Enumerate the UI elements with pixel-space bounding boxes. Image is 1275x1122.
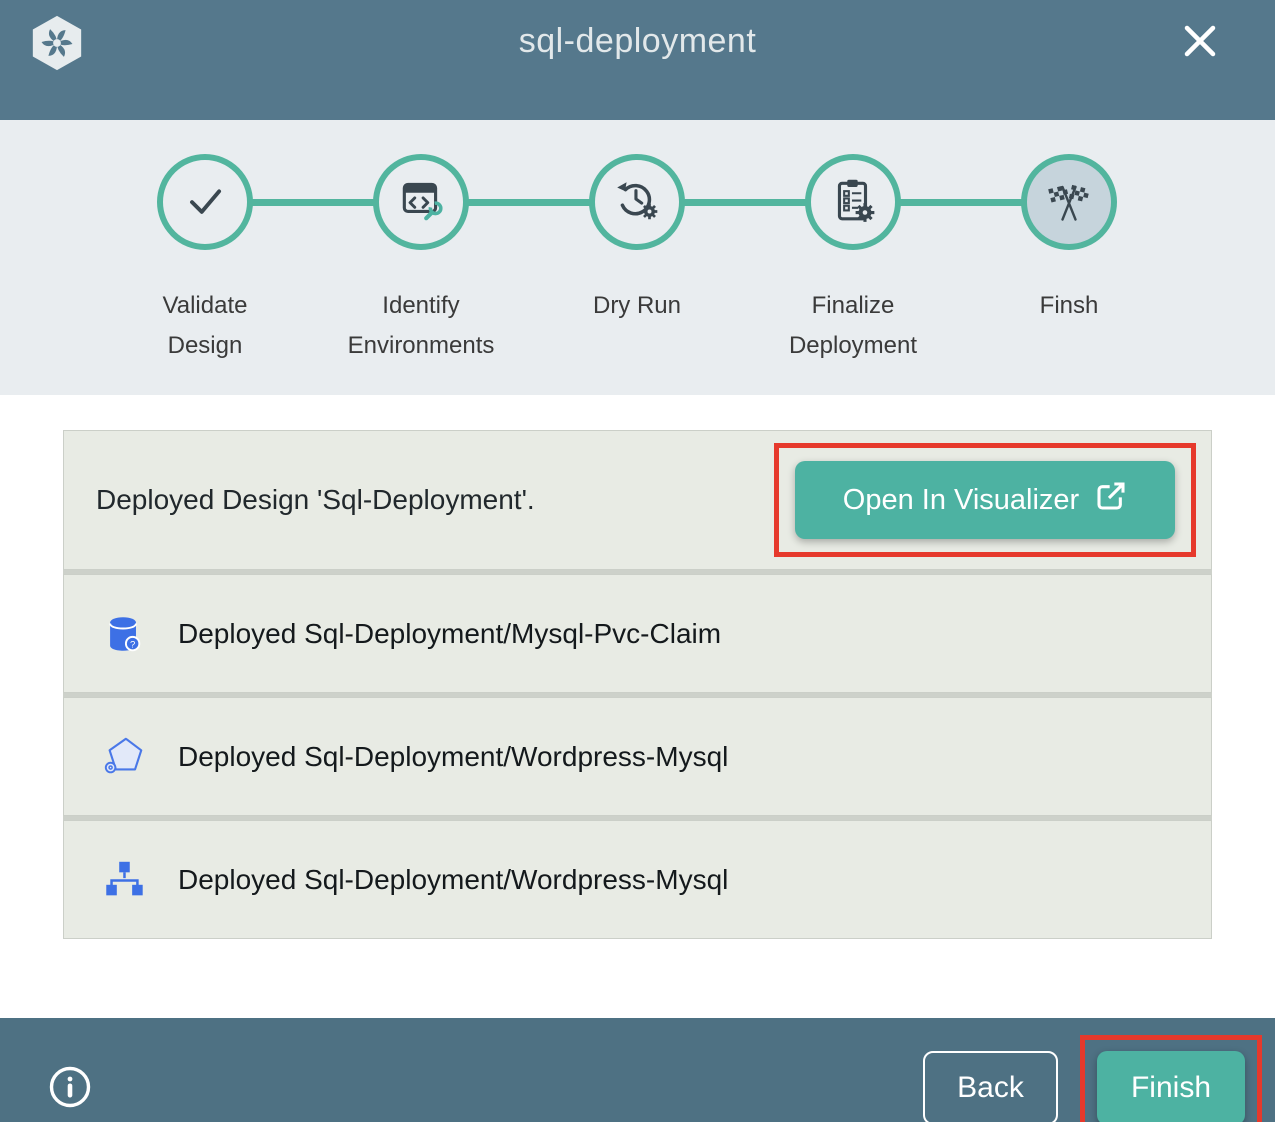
finish-flags-icon bbox=[1043, 174, 1095, 231]
design-result-row: Deployed Design 'Sql-Deployment'. Open I… bbox=[63, 430, 1212, 570]
results-panel: Deployed Design 'Sql-Deployment'. Open I… bbox=[0, 430, 1275, 1018]
step-dry-run: Dry Run bbox=[529, 154, 745, 366]
hierarchy-icon bbox=[101, 857, 147, 903]
database-icon: ? bbox=[101, 611, 147, 657]
info-button[interactable] bbox=[47, 1065, 93, 1111]
finalize-icon bbox=[828, 175, 878, 230]
open-visualizer-label: Open In Visualizer bbox=[843, 484, 1079, 517]
deployed-item-row: ? Deployed Sql-Deployment/Mysql-Pvc-Clai… bbox=[63, 574, 1212, 693]
step-label: Dry Run bbox=[593, 286, 681, 326]
open-visualizer-annotation-box: Open In Visualizer bbox=[774, 443, 1196, 557]
deployed-item-text: Deployed Sql-Deployment/Mysql-Pvc-Claim bbox=[178, 618, 721, 650]
modal-footer: Back Finish bbox=[0, 1018, 1275, 1122]
back-button[interactable]: Back bbox=[923, 1051, 1058, 1122]
close-button[interactable] bbox=[1177, 18, 1223, 64]
deployed-item-row: Deployed Sql-Deployment/Wordpress-Mysql bbox=[63, 697, 1212, 816]
code-config-icon bbox=[396, 175, 446, 230]
modal-title: sql-deployment bbox=[0, 22, 1275, 61]
dry-run-icon bbox=[612, 175, 662, 230]
info-icon bbox=[48, 1097, 92, 1112]
deployed-item-text: Deployed Sql-Deployment/Wordpress-Mysql bbox=[178, 864, 728, 896]
step-validate-design: Validate Design bbox=[97, 154, 313, 366]
application-icon bbox=[101, 734, 147, 780]
open-in-visualizer-button[interactable]: Open In Visualizer bbox=[795, 461, 1175, 539]
check-icon bbox=[179, 174, 231, 231]
deployed-item-text: Deployed Sql-Deployment/Wordpress-Mysql bbox=[178, 741, 728, 773]
finish-button[interactable]: Finish bbox=[1097, 1051, 1245, 1122]
deployment-result-list: Deployed Design 'Sql-Deployment'. Open I… bbox=[63, 430, 1212, 939]
footer-actions: Back Finish bbox=[923, 1035, 1262, 1122]
step-identify-environments: Identify Environments bbox=[313, 154, 529, 366]
modal-header: sql-deployment bbox=[0, 0, 1275, 120]
step-label: Validate Design bbox=[163, 286, 248, 366]
step-finish: Finsh bbox=[961, 154, 1177, 366]
design-result-text: Deployed Design 'Sql-Deployment'. bbox=[96, 484, 535, 516]
close-icon bbox=[1181, 48, 1219, 63]
finish-annotation-box: Finish bbox=[1080, 1035, 1262, 1122]
step-finalize-deployment: Finalize Deployment bbox=[745, 154, 961, 366]
step-label: Identify Environments bbox=[348, 286, 495, 366]
deployed-item-row: Deployed Sql-Deployment/Wordpress-Mysql bbox=[63, 820, 1212, 939]
deployment-stepper: Validate Design Identify Environments bbox=[0, 120, 1275, 395]
step-label: Finalize Deployment bbox=[789, 286, 917, 366]
external-link-icon bbox=[1095, 480, 1127, 520]
step-label: Finsh bbox=[1040, 286, 1099, 326]
svg-text:?: ? bbox=[130, 639, 135, 650]
